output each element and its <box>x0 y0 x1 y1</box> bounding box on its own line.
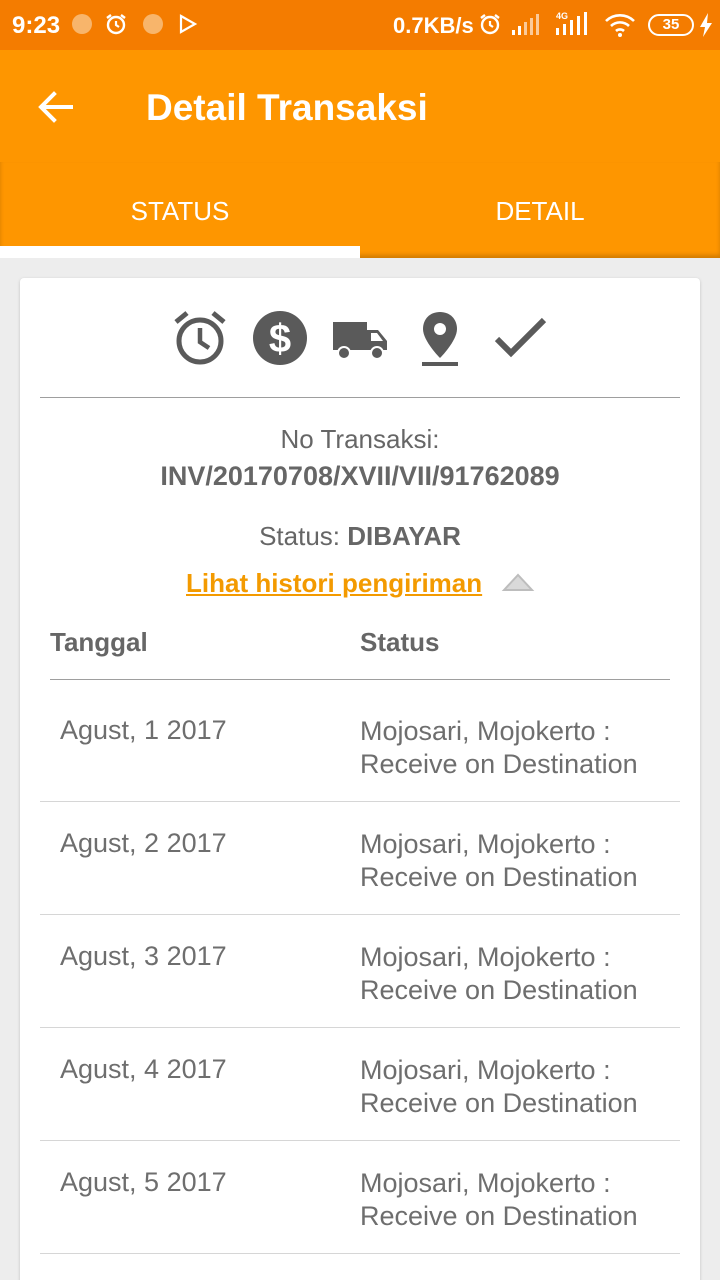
row-status: Mojosari, Mojokerto : Receive on Destina… <box>360 942 638 1005</box>
table-row: Agust, 5 2017 Mojosari, Mojokerto : Rece… <box>40 1141 680 1254</box>
play-store-icon <box>179 14 198 34</box>
table-row: Agust, 2 2017 Mojosari, Mojokerto : Rece… <box>40 802 680 915</box>
row-status: Mojosari, Mojokerto : Receive on Destina… <box>360 1168 638 1231</box>
row-date: Agust, 4 2017 <box>60 1054 227 1084</box>
network-speed: 0.7KB/s <box>393 13 474 38</box>
charging-icon <box>700 13 712 37</box>
column-header-date: Tanggal <box>50 627 148 657</box>
row-date: Agust, 1 2017 <box>60 715 227 745</box>
back-button[interactable] <box>30 82 80 132</box>
chevron-up-icon[interactable] <box>501 570 535 594</box>
tab-indicator <box>0 246 360 258</box>
svg-text:$: $ <box>269 317 291 361</box>
progress-steps: $ <box>20 308 700 374</box>
divider <box>50 679 670 680</box>
status-value: DIBAYAR <box>347 521 461 551</box>
wifi-icon <box>605 14 635 37</box>
row-status: Mojosari, Mojokerto : Receive on Destina… <box>360 1055 638 1118</box>
arrow-left-icon <box>38 91 73 123</box>
history-list: Agust, 1 2017 Mojosari, Mojokerto : Rece… <box>40 689 680 1254</box>
alarm-icon <box>480 14 500 35</box>
location-pin-icon <box>422 312 458 366</box>
truck-icon <box>333 322 387 360</box>
battery-level: 35 <box>662 16 680 33</box>
table-row: Agust, 4 2017 Mojosari, Mojokerto : Rece… <box>40 1028 680 1141</box>
table-row: Agust, 1 2017 Mojosari, Mojokerto : Rece… <box>40 689 680 802</box>
tab-bar: STATUS DETAIL <box>0 162 720 258</box>
page-title: Detail Transaksi <box>146 87 428 128</box>
row-date: Agust, 3 2017 <box>60 941 227 971</box>
column-header-status: Status <box>360 627 440 657</box>
transaction-number-label: No Transaksi: <box>280 424 440 454</box>
status-time: 9:23 <box>12 12 61 39</box>
transaction-card: $ No Transaksi: INV/20170708/XVII/VII/91… <box>20 278 700 1280</box>
table-row: Agust, 3 2017 Mojosari, Mojokerto : Rece… <box>40 915 680 1028</box>
tab-detail[interactable]: DETAIL <box>360 162 720 258</box>
divider <box>40 397 680 398</box>
app-bar: Detail Transaksi <box>0 50 720 162</box>
battery-icon: 35 <box>648 14 694 36</box>
row-status: Mojosari, Mojokerto : Receive on Destina… <box>360 716 638 779</box>
check-icon <box>494 317 547 358</box>
row-date: Agust, 2 2017 <box>60 828 227 858</box>
notification-dot-icon <box>72 14 92 34</box>
row-date: Agust, 5 2017 <box>60 1167 227 1197</box>
transaction-status: Status: DIBAYAR <box>20 521 700 552</box>
notification-dot-icon <box>143 14 163 34</box>
signal-4g-icon: 4G <box>556 11 587 35</box>
status-label: Status: <box>259 521 348 551</box>
status-bar: 9:23 0.7KB/s 4G 35 <box>0 0 720 50</box>
row-status: Mojosari, Mojokerto : Receive on Destina… <box>360 829 638 892</box>
tab-status[interactable]: STATUS <box>0 162 360 258</box>
network-type: 4G <box>556 11 568 21</box>
alarm-clock-icon <box>174 311 226 365</box>
transaction-number: INV/20170708/XVII/VII/91762089 <box>160 461 560 491</box>
signal-icon <box>512 14 539 35</box>
alarm-notification-icon <box>106 14 126 35</box>
shipping-history-link[interactable]: Lihat histori pengiriman <box>186 568 482 599</box>
dollar-icon: $ <box>253 311 307 365</box>
